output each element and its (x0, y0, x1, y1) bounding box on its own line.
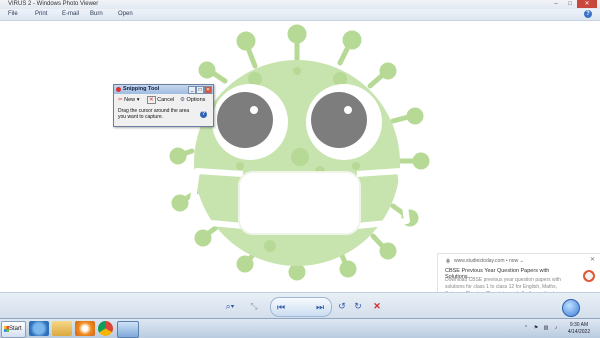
internet-explorer-icon[interactable] (29, 321, 49, 336)
maximize-button[interactable]: □ (563, 0, 577, 8)
menu-open[interactable]: Open (118, 9, 133, 20)
chevron-down-icon: ▾ (136, 97, 140, 103)
close-icon[interactable]: ✕ (590, 256, 595, 263)
show-hidden-icons-icon[interactable]: ⌃ (522, 325, 530, 331)
options-label: Options (186, 97, 206, 103)
taskbar: Start ⌃ ⚑ ▥ ♪ 9:30 AM 4/14/2022 (0, 318, 600, 338)
options-button[interactable]: ⚙ Options (180, 95, 205, 105)
snipping-tool-window[interactable]: Snipping Tool _ □ ✕ ✂ New ▾ ✕ Cancel ⚙ O… (113, 84, 214, 127)
snip-close-button[interactable]: ✕ (204, 86, 212, 94)
scissors-icon: ✂ (118, 97, 123, 103)
minimize-button[interactable]: – (549, 0, 563, 8)
magnifier-icon[interactable]: ⌕▾ (222, 299, 238, 313)
start-label: Start (9, 326, 22, 332)
virus-mask-image (169, 24, 430, 281)
bell-icon (445, 258, 451, 264)
photo-viewer-taskbar-icon[interactable] (117, 321, 139, 338)
notification-source: www.studiestoday.com • now ⌄ (454, 258, 524, 264)
previous-icon[interactable]: ⏮ (275, 300, 287, 314)
delete-icon[interactable]: ✕ (371, 299, 383, 313)
new-snip-button[interactable]: ✂ New ▾ (118, 95, 139, 105)
viewer-toolbar: ⌕▾ ⤡ ⏮ ⏭ ↺ ↻ ✕ (0, 292, 600, 319)
notification-time: • now ⌄ (505, 258, 524, 264)
windows-logo-icon (4, 326, 9, 332)
snip-maximize-button[interactable]: □ (196, 86, 204, 94)
menu-file[interactable]: File (8, 9, 18, 20)
menu-print[interactable]: Print (35, 9, 47, 20)
rotate-clockwise-icon[interactable]: ↻ (352, 299, 364, 313)
cancel-icon: ✕ (147, 96, 156, 104)
rotate-counterclockwise-icon[interactable]: ↺ (336, 299, 348, 313)
navigation-group: ⏮ ⏭ (270, 297, 580, 317)
snipping-tool-title-bar[interactable]: Snipping Tool _ □ ✕ (114, 85, 213, 94)
help-icon[interactable]: ? (200, 111, 207, 118)
media-player-icon[interactable] (75, 321, 95, 336)
gear-icon: ⚙ (180, 97, 185, 103)
next-icon[interactable]: ⏭ (314, 300, 326, 314)
window-title: VIRUS 2 - Windows Photo Viewer (8, 1, 99, 7)
site-logo-icon (583, 270, 595, 282)
network-icon[interactable]: ▥ (542, 325, 550, 331)
action-center-flag-icon[interactable]: ⚑ (532, 325, 540, 331)
volume-icon[interactable]: ♪ (552, 325, 560, 331)
clock-time[interactable]: 9:30 AM (562, 322, 596, 328)
chrome-icon[interactable] (98, 321, 113, 336)
slideshow-icon[interactable] (562, 299, 580, 317)
snip-instructions: Drag the cursor around the area you want… (118, 108, 190, 120)
snip-minimize-button[interactable]: _ (188, 86, 196, 94)
cancel-snip-button[interactable]: ✕ Cancel (147, 95, 174, 105)
scissors-icon (116, 87, 121, 92)
file-explorer-icon[interactable] (52, 321, 72, 336)
start-button[interactable]: Start (1, 321, 26, 338)
close-button[interactable]: ✕ (577, 0, 597, 8)
window-title-bar[interactable]: VIRUS 2 - Windows Photo Viewer – □ ✕ (0, 0, 600, 9)
actual-size-icon[interactable]: ⤡ (248, 299, 260, 313)
image-viewer-area (0, 21, 600, 292)
menu-email[interactable]: E-mail (62, 9, 79, 20)
help-icon[interactable]: ? (584, 10, 592, 18)
menu-bar: File Print E-mail Burn Open ? (0, 9, 600, 21)
menu-burn[interactable]: Burn (90, 9, 103, 20)
cancel-label: Cancel (157, 97, 175, 103)
new-label: New (124, 97, 136, 103)
notification-source-url: www.studiestoday.com (454, 258, 505, 264)
snipping-tool-title: Snipping Tool (123, 86, 160, 92)
clock-date[interactable]: 4/14/2022 (562, 329, 596, 335)
